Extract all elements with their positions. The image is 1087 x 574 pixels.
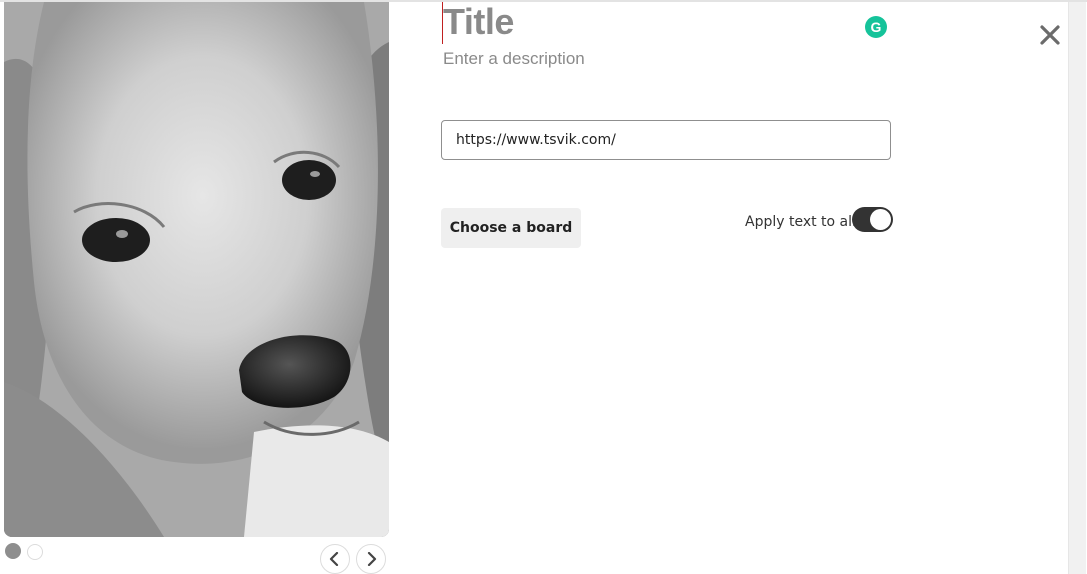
carousel-dot-inactive[interactable]: [27, 544, 43, 560]
previous-image-button[interactable]: [320, 544, 350, 574]
apply-text-label: Apply text to all: [745, 214, 856, 230]
apply-text-toggle[interactable]: [852, 207, 893, 232]
close-button[interactable]: [1039, 24, 1061, 46]
title-input[interactable]: Title: [443, 2, 853, 44]
pin-image: [4, 2, 389, 537]
chevron-right-icon: [367, 552, 377, 566]
carousel-dot-active[interactable]: [5, 543, 21, 559]
choose-board-button[interactable]: Choose a board: [441, 208, 581, 248]
destination-url-field[interactable]: https://www.tsvik.com/: [441, 120, 891, 160]
vertical-scrollbar[interactable]: [1068, 2, 1086, 574]
description-input[interactable]: Enter a description: [443, 48, 853, 72]
close-icon: [1040, 25, 1060, 45]
chevron-left-icon: [329, 552, 339, 566]
puppy-sketch-image: [4, 2, 389, 537]
grammarly-icon[interactable]: G: [865, 16, 887, 38]
toggle-knob: [870, 209, 891, 230]
next-image-button[interactable]: [356, 544, 386, 574]
